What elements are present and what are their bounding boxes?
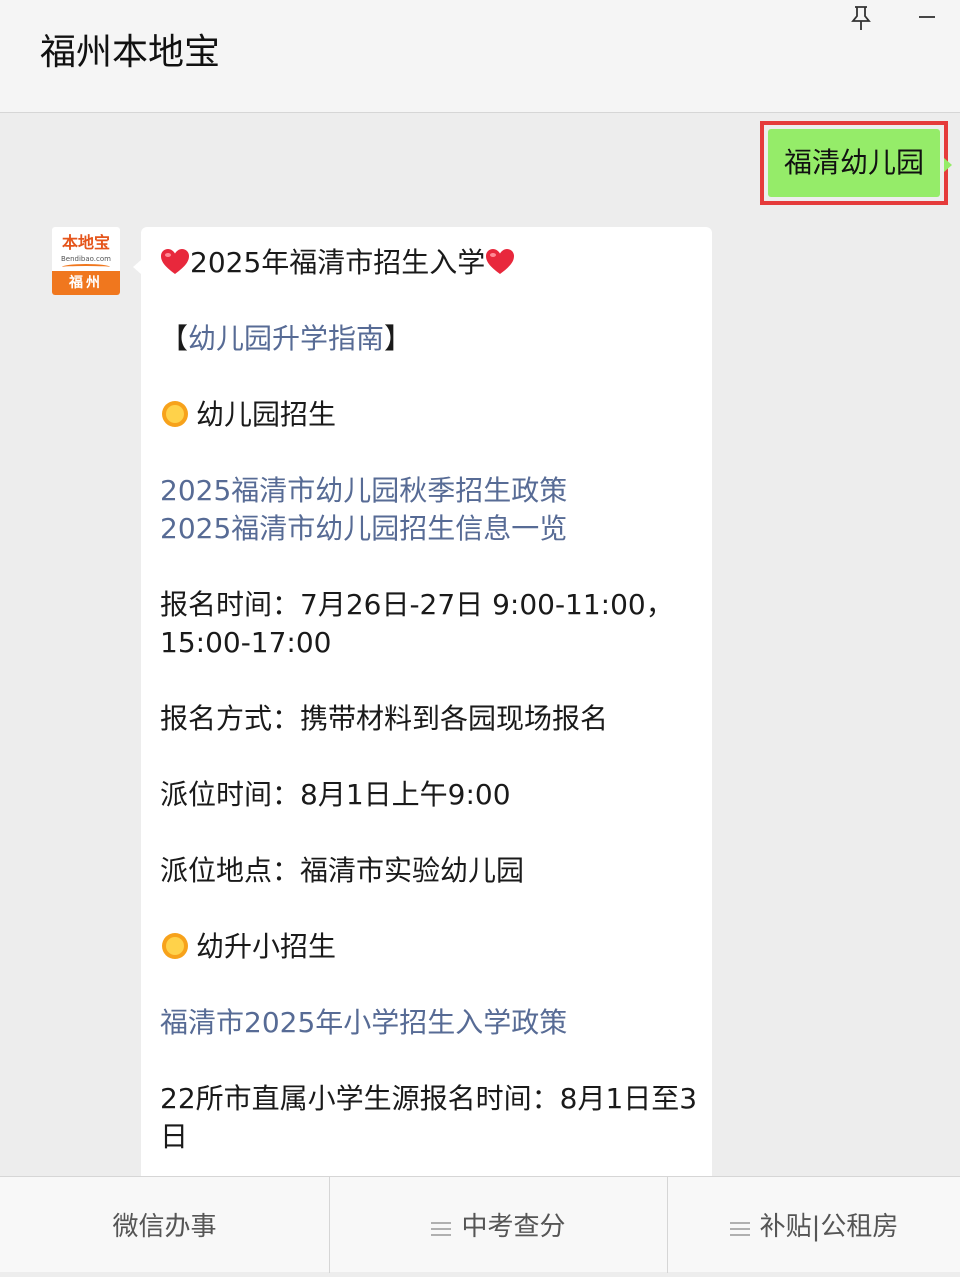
avatar[interactable]: 本地宝 Bendibao.com 福州 <box>52 227 120 295</box>
received-bubble-tail <box>133 260 141 274</box>
primary-reg-line-2: 日 <box>160 1120 189 1153</box>
reg-time-line-2: 15:00-17:00 <box>160 626 332 659</box>
headline-line: 2025年福清市招生入学 <box>160 244 700 282</box>
primary-reg-line-1: 22所市直属小学生源报名时间：8月1日至3 <box>160 1082 698 1115</box>
section-primary-title: 幼升小招生 <box>196 930 337 963</box>
menu-tab-wechat-services[interactable]: 微信办事 <box>0 1177 329 1273</box>
menu-tab-label: 微信办事 <box>112 1212 217 1242</box>
sun-icon <box>162 401 188 427</box>
menu-tab-label: 中考查分 <box>461 1212 566 1242</box>
window-header: 福州本地宝 <box>0 0 960 113</box>
primary-policy-link[interactable]: 福清市2025年小学招生入学政策 <box>160 1004 700 1042</box>
bottom-menu-bar: 微信办事 中考查分 补贴|公租房 <box>0 1176 960 1273</box>
guide-link[interactable]: 幼儿园升学指南 <box>188 322 384 355</box>
section-primary: 幼升小招生 <box>160 928 700 966</box>
menu-tab-subsidy-housing[interactable]: 补贴|公租房 <box>667 1177 960 1273</box>
guide-line: 【幼儿园升学指南】 <box>160 320 700 358</box>
menu-icon <box>729 1222 750 1236</box>
avatar-swoosh <box>62 264 110 270</box>
avatar-logo-url: Bendibao.com <box>60 255 111 263</box>
sent-bubble-tail <box>944 158 952 172</box>
bracket-close: 】 <box>384 322 413 355</box>
headline-text: 2025年福清市招生入学 <box>190 246 486 279</box>
red-heart-icon <box>161 249 189 274</box>
chat-area: 福清幼儿园 本地宝 Bendibao.com 福州 2025年福清市招生入学 【… <box>0 114 960 1176</box>
menu-tab-exam-score[interactable]: 中考查分 <box>329 1177 667 1273</box>
bracket-open: 【 <box>160 322 189 355</box>
menu-icon <box>431 1222 452 1236</box>
sent-message-bubble[interactable]: 福清幼儿园 <box>768 129 940 197</box>
assign-place-line: 派位地点：福清市实验幼儿园 <box>160 854 525 887</box>
chat-title: 福州本地宝 <box>40 32 221 73</box>
kindergarten-policy-link[interactable]: 2025福清市幼儿园秋季招生政策 <box>160 472 700 510</box>
avatar-city-label: 福州 <box>52 271 120 295</box>
reg-time-line-1: 报名时间：7月26日-27日 9:00-11:00， <box>160 588 674 621</box>
section-kindergarten-title: 幼儿园招生 <box>196 398 337 431</box>
minimize-icon[interactable] <box>912 2 942 32</box>
kindergarten-info-link[interactable]: 2025福清市幼儿园招生信息一览 <box>160 510 700 548</box>
red-heart-icon <box>486 249 515 274</box>
menu-tab-label: 补贴|公租房 <box>759 1212 899 1242</box>
avatar-logo-text: 本地宝 <box>61 233 110 252</box>
pin-icon[interactable] <box>846 2 876 32</box>
highlighted-sent-message: 福清幼儿园 <box>760 121 948 205</box>
sun-icon <box>162 933 188 959</box>
section-kindergarten: 幼儿园招生 <box>160 396 700 434</box>
assign-time-line: 派位时间：8月1日上午9:00 <box>160 778 511 811</box>
reg-method-line: 报名方式：携带材料到各园现场报名 <box>160 702 609 735</box>
